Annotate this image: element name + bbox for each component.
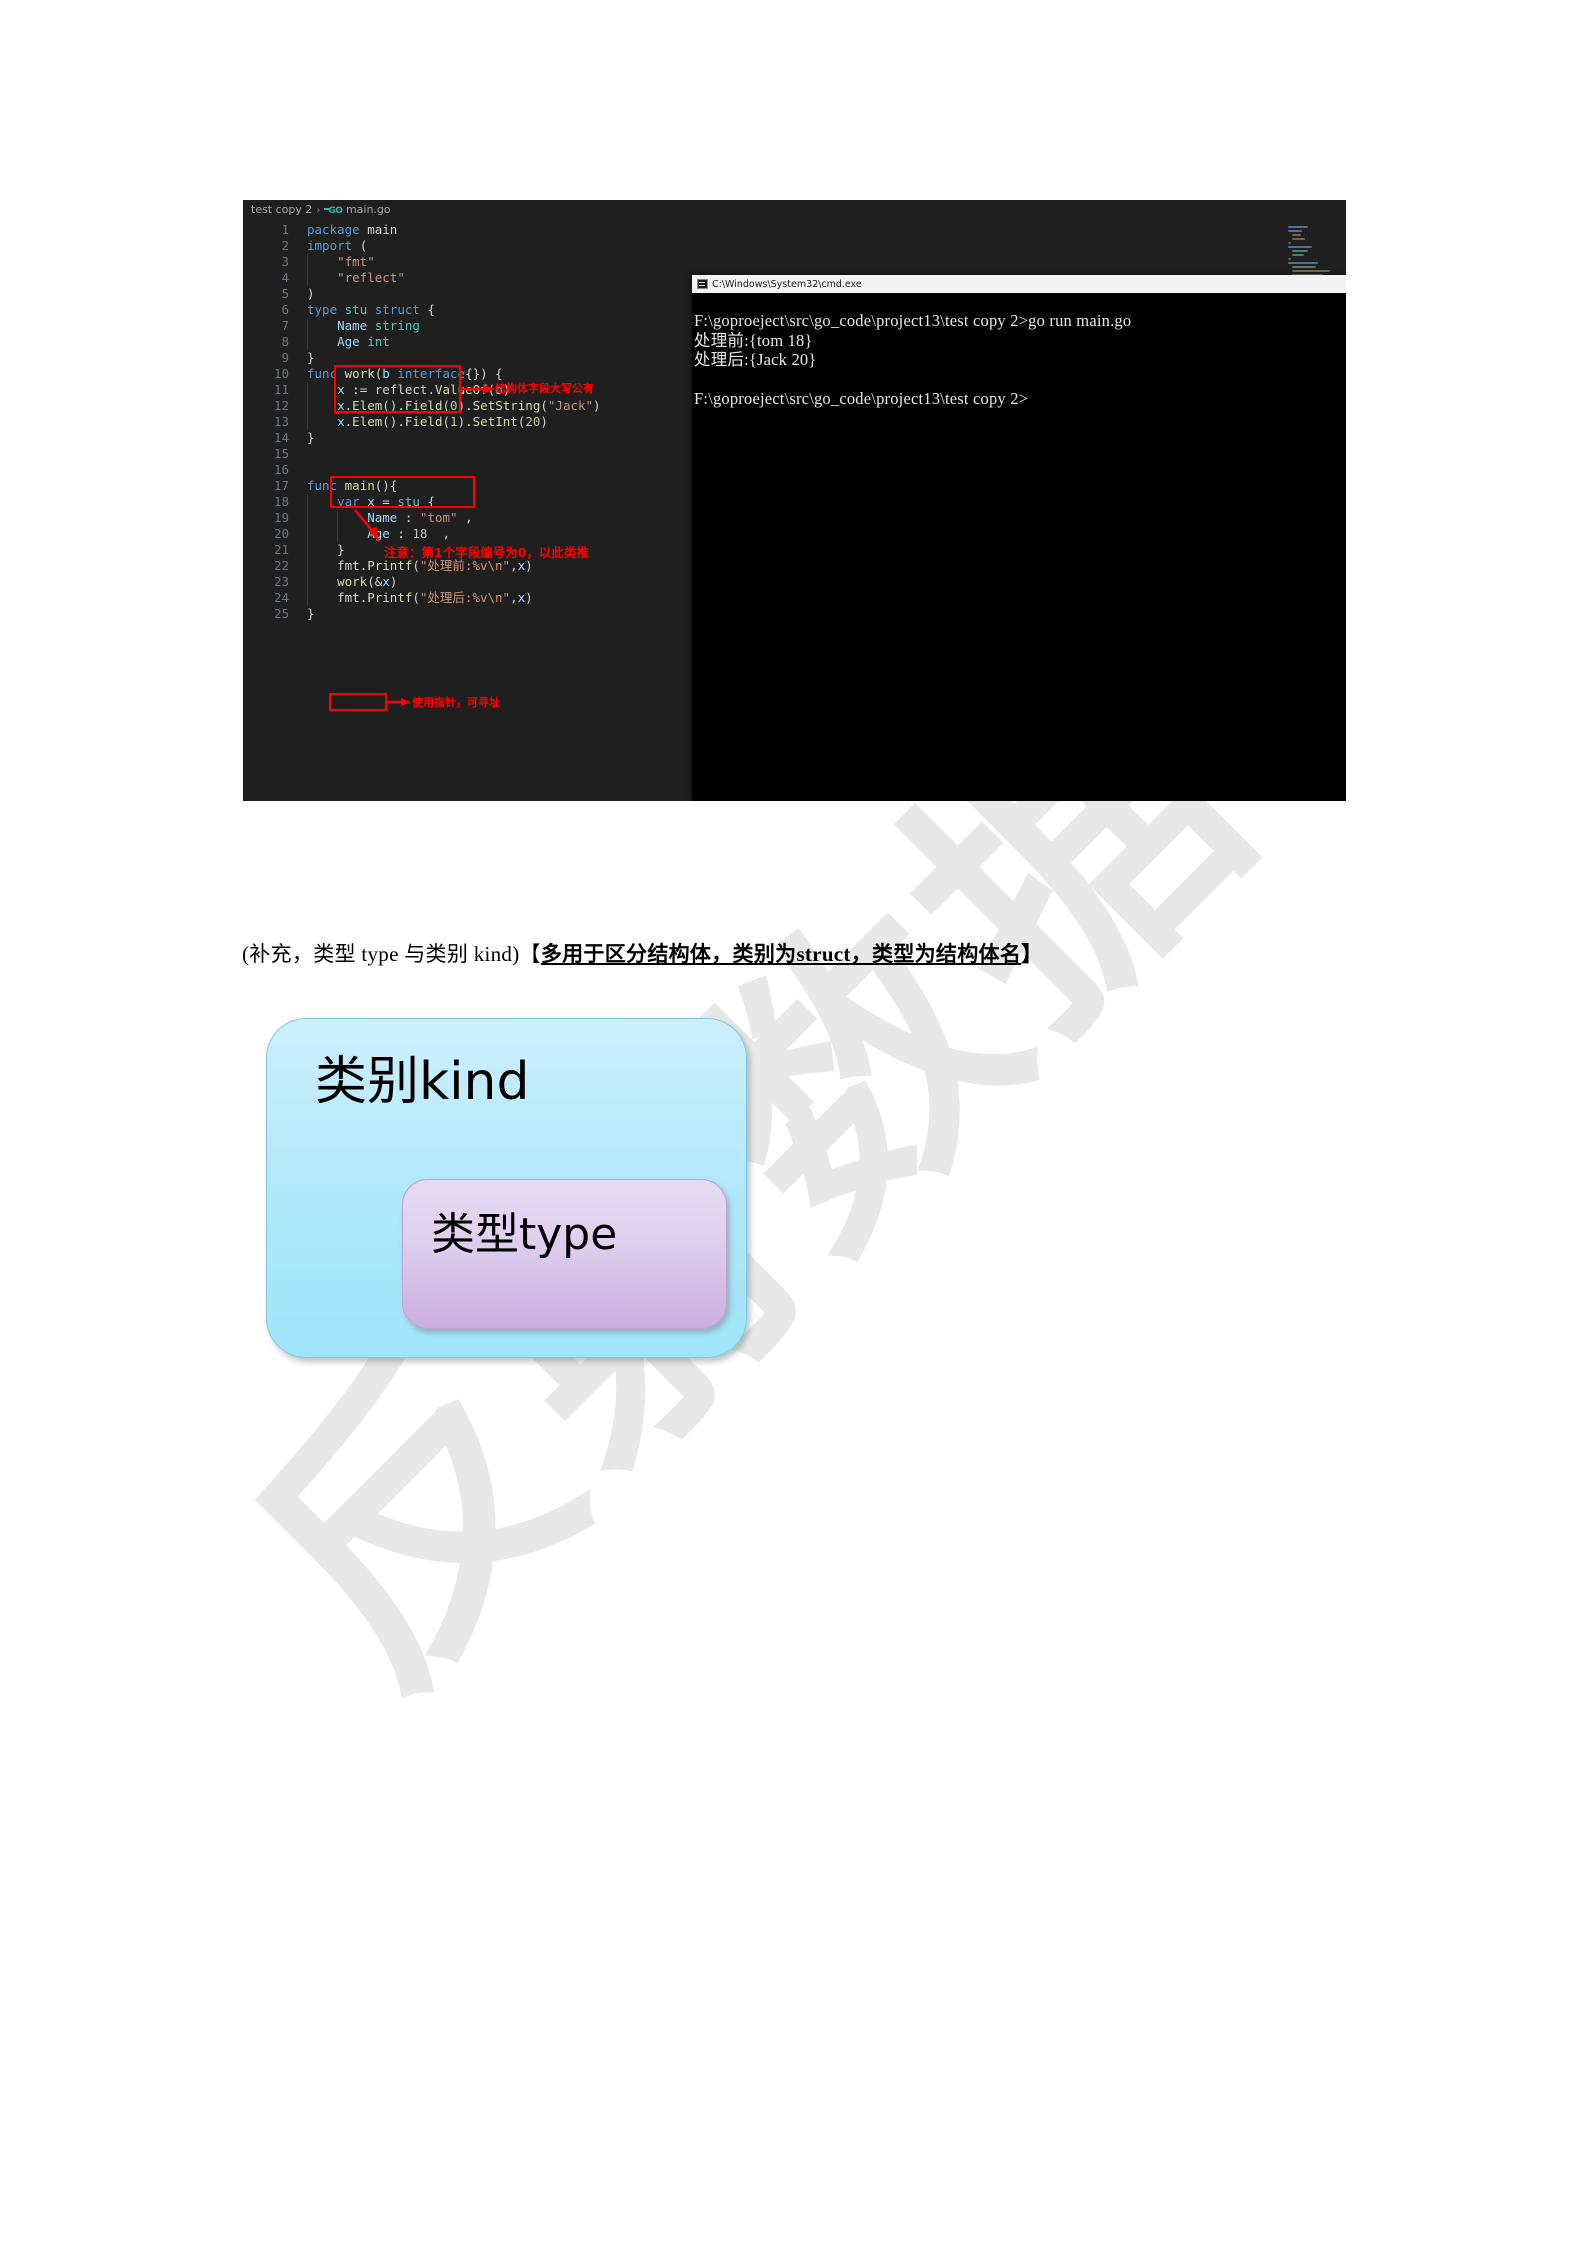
line-number: 21: [273, 542, 289, 557]
breadcrumb-project[interactable]: test copy 2: [251, 203, 312, 216]
line-number: 14: [273, 430, 289, 445]
line-number: 11: [273, 382, 289, 397]
line-number: 6: [281, 302, 289, 317]
caption-emphasis-c: ，类型为结构体名: [850, 942, 1022, 966]
line-number: 22: [273, 558, 289, 573]
line-number: 18: [273, 494, 289, 509]
document-page: test copy 2 › GO main.go 1 package main 2 im…: [0, 0, 1587, 2245]
code-line: 1 package main: [243, 222, 1346, 238]
annotation-label-field-index: 注意：第1个字段编号为0，以此类推: [384, 545, 589, 560]
terminal-title-text: C:\Windows\System32\cmd.exe: [712, 278, 862, 290]
line-number: 23: [273, 574, 289, 589]
terminal-output[interactable]: F:\goproeject\src\go_code\project13\test…: [692, 293, 1346, 801]
type-box-label: 类型type: [431, 1209, 618, 1260]
line-number: 9: [281, 350, 289, 365]
annotation-box-field-index: [330, 476, 475, 508]
annotation-box-pointer: [329, 693, 387, 711]
annotation-box-struct-fields: [334, 365, 461, 413]
breadcrumb-file[interactable]: main.go: [346, 203, 391, 216]
line-number: 12: [273, 398, 289, 413]
type-inner-box: 类型type: [402, 1179, 727, 1329]
caption-prefix: (补充，类型 type 与类别 kind)【: [242, 942, 541, 966]
line-number: 3: [281, 254, 289, 269]
cmd-terminal-window[interactable]: C:\Windows\System32\cmd.exe F:\goproejec…: [692, 275, 1346, 801]
annotation-label-pointer: 使用指针，可寻址: [412, 696, 500, 709]
kind-outer-box: 类别kind 类型type: [266, 1018, 747, 1358]
kind-type-diagram: 类别kind 类型type: [266, 1018, 747, 1358]
line-number: 19: [273, 510, 289, 525]
line-number: 15: [273, 446, 289, 461]
terminal-title-bar[interactable]: C:\Windows\System32\cmd.exe: [692, 275, 1346, 293]
line-number: 17: [273, 478, 289, 493]
line-number: 16: [273, 462, 289, 477]
annotation-label-struct-fields: 结构体字段大写公有: [495, 382, 594, 395]
caption-paragraph: (补充，类型 type 与类别 kind)【多用于区分结构体，类别为struct…: [242, 938, 1042, 968]
caption-suffix: 】: [1021, 942, 1043, 966]
chevron-right-icon: ›: [316, 205, 321, 216]
line-number: 10: [273, 366, 289, 381]
line-number: 5: [281, 286, 289, 301]
caption-emphasis-a: 多用于区分结构体，类别为: [540, 942, 797, 966]
line-number: 2: [281, 238, 289, 253]
line-number: 20: [273, 526, 289, 541]
caption-emphasis-b: struct: [796, 942, 851, 966]
cmd-window-icon: [697, 279, 708, 289]
line-number: 4: [281, 270, 289, 285]
go-logo-icon: GO: [324, 206, 343, 216]
annotation-arrow-struct-fields: [461, 384, 495, 394]
code-line: 3 "fmt": [243, 254, 1346, 270]
annotation-arrow-field-index: [354, 509, 379, 542]
line-number: 1: [281, 222, 289, 237]
line-number: 7: [281, 318, 289, 333]
code-screenshot-figure: test copy 2 › GO main.go 1 package main 2 im…: [243, 200, 1346, 801]
line-number: 8: [281, 334, 289, 349]
line-number: 24: [273, 590, 289, 605]
line-number: 13: [273, 414, 289, 429]
code-line: 2 import (: [243, 238, 1346, 254]
line-number: 25: [273, 606, 289, 621]
kind-box-label: 类别kind: [315, 1052, 530, 1112]
breadcrumb[interactable]: test copy 2 › GO main.go: [251, 202, 391, 218]
annotation-arrow-pointer: [387, 698, 411, 706]
